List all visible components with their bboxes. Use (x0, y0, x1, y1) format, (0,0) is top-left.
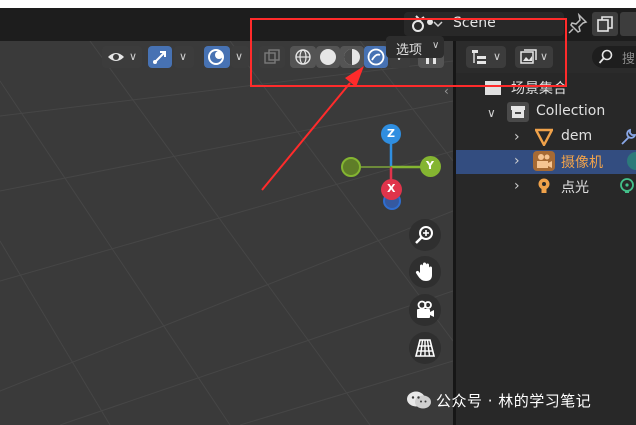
annotation-arrow (261, 66, 364, 191)
watermark-text: 公众号 · 林的学习笔记 (436, 392, 592, 410)
wechat-logo-icon (407, 391, 431, 409)
watermark: 公众号 · 林的学习笔记 (406, 389, 628, 411)
